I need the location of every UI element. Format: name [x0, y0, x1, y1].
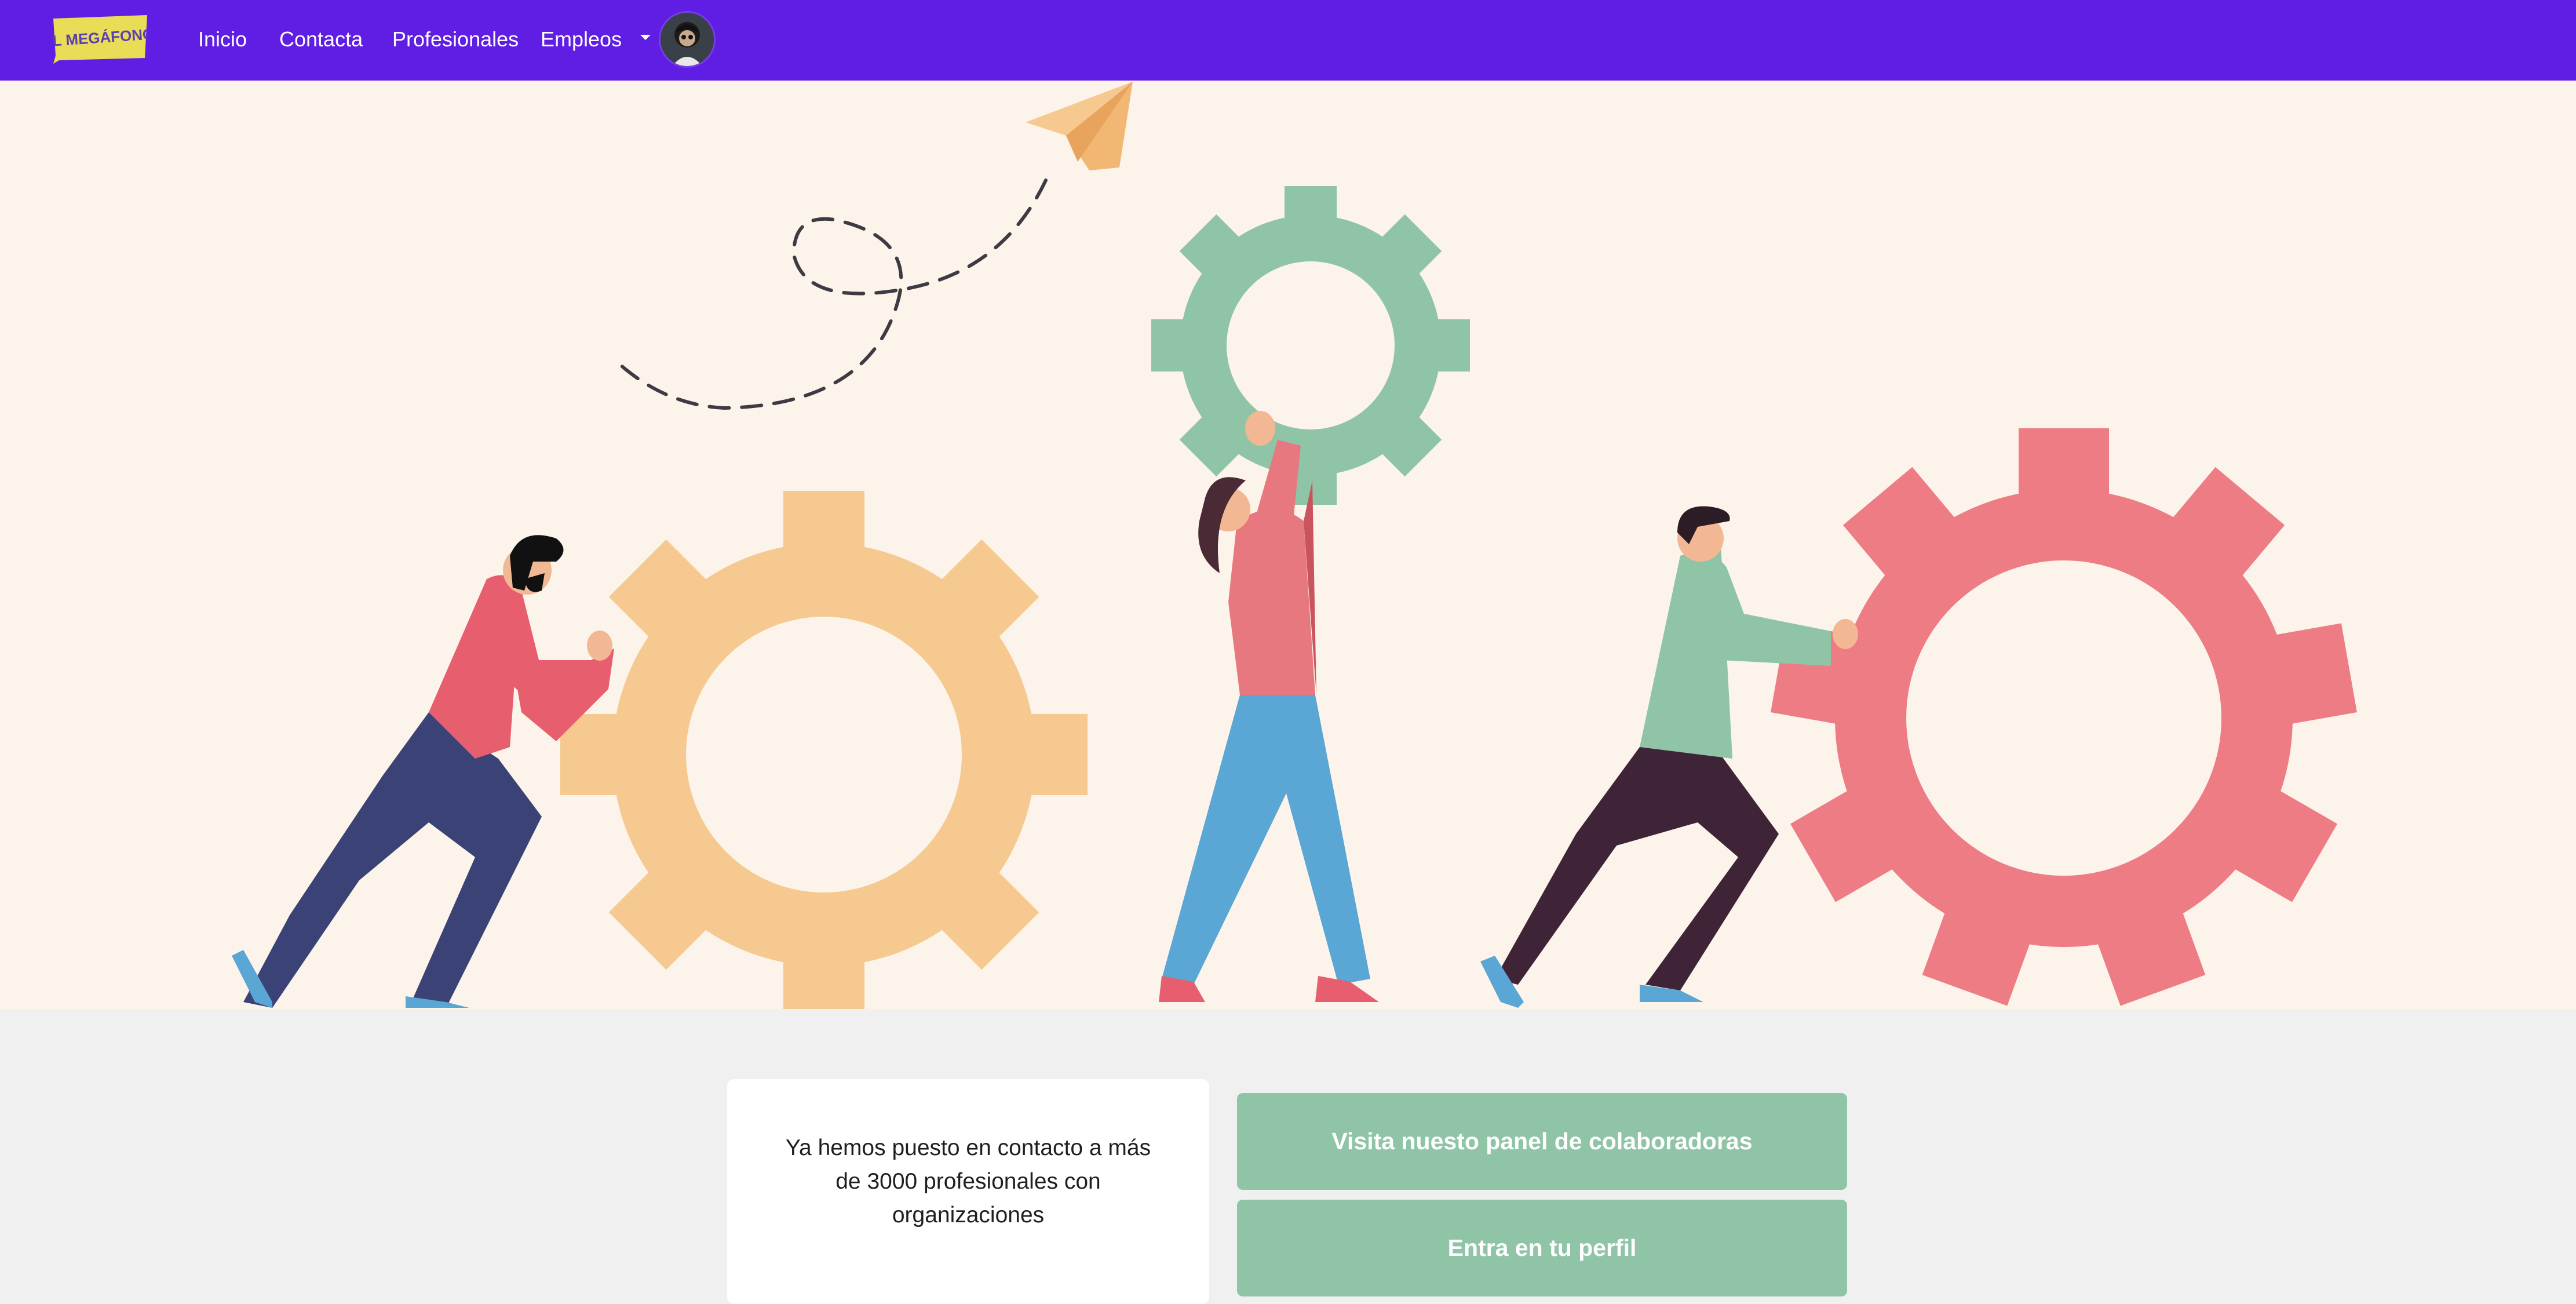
paper-plane-icon	[1026, 82, 1133, 170]
nav-link-empleos[interactable]: Empleos	[541, 26, 622, 52]
dashed-flight-path	[618, 179, 1048, 410]
nav-link-contacta[interactable]: Contacta	[279, 26, 363, 52]
stats-card: Ya hemos puesto en contacto a más de 300…	[727, 1079, 1209, 1304]
pink-gear	[1771, 428, 2357, 1006]
orange-gear	[560, 491, 1088, 1009]
collaborators-panel-button[interactable]: Visita nuesto panel de colaboradoras	[1237, 1093, 1847, 1190]
person-pushing-right	[1480, 506, 1858, 1008]
nav-link-profesionales[interactable]: Profesionales	[392, 26, 519, 52]
nav-link-inicio[interactable]: Inicio	[198, 26, 247, 52]
person-pushing-left	[232, 535, 614, 1008]
person-lifting-center	[1159, 411, 1379, 1002]
logo[interactable]: EL MEGÁFONO	[53, 15, 147, 64]
caret-down-icon[interactable]	[638, 32, 652, 43]
stats-text: Ya hemos puesto en contacto a más de 300…	[785, 1135, 1151, 1227]
hero-illustration	[0, 81, 2576, 1009]
profile-button[interactable]: Entra en tu perfil	[1237, 1200, 1847, 1296]
user-avatar[interactable]	[661, 13, 714, 66]
top-navbar: EL MEGÁFONO Inicio Contacta Profesionale…	[0, 0, 2576, 81]
green-gear	[1151, 186, 1470, 505]
